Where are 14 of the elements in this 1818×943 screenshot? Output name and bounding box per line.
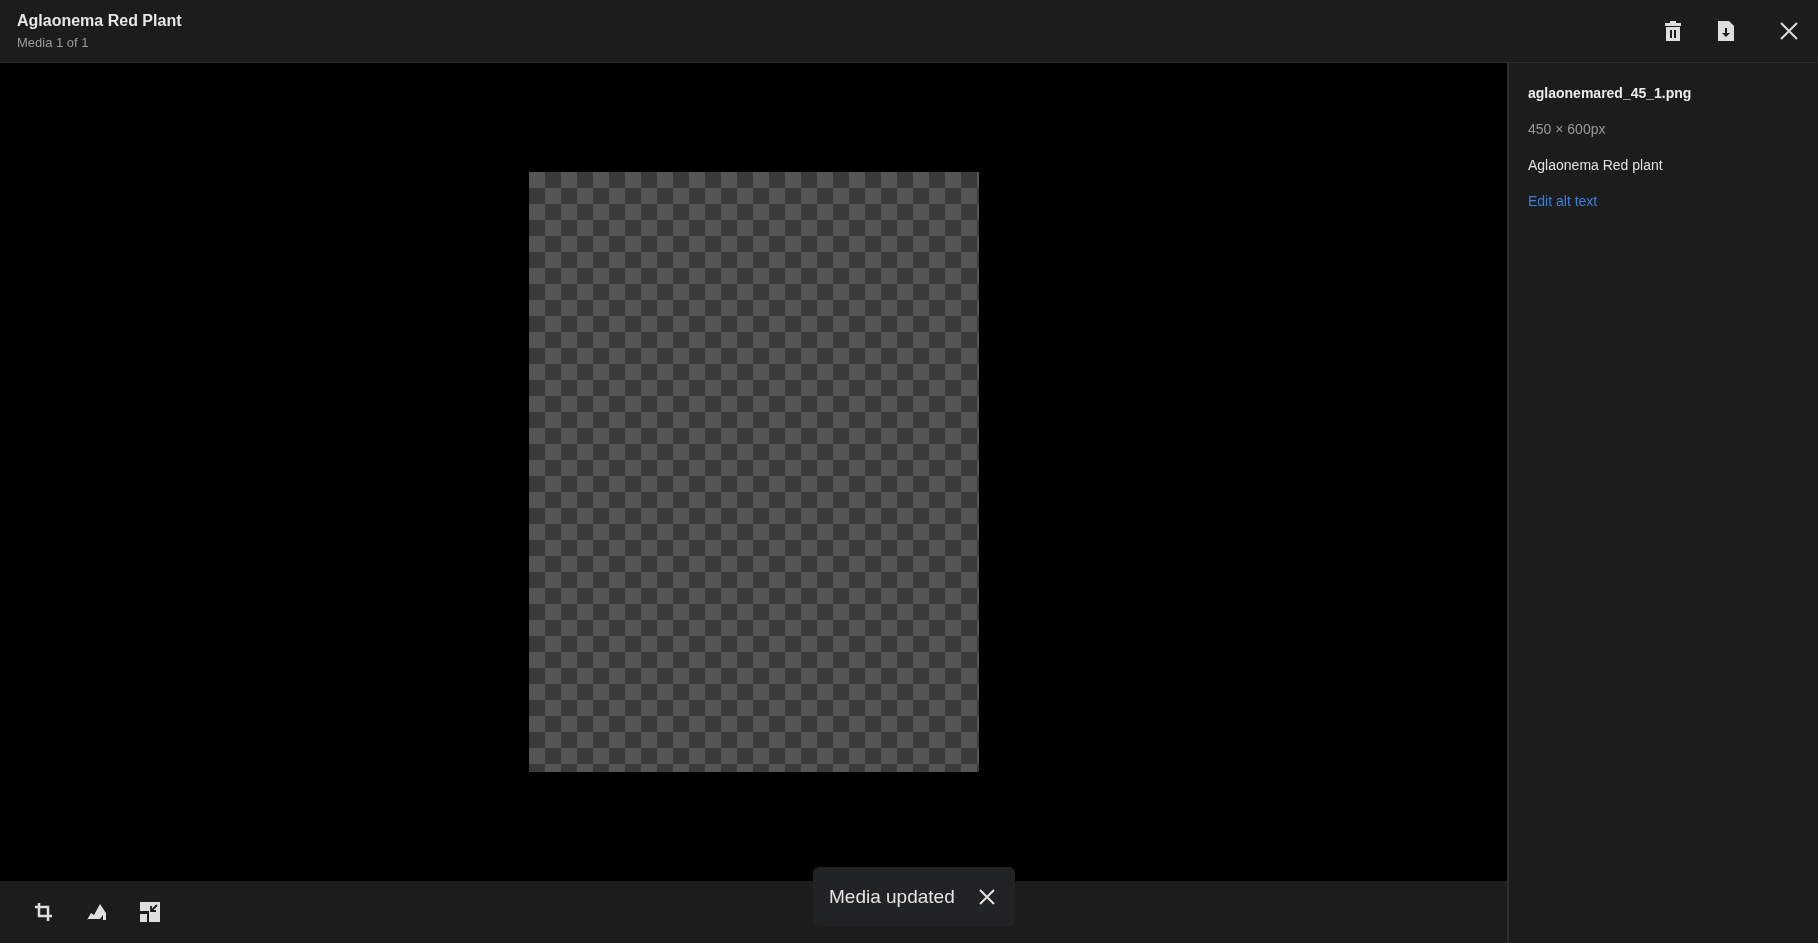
media-count: Media 1 of 1 xyxy=(17,35,90,50)
landscape-icon xyxy=(86,902,108,922)
media-title: Aglaonema Red Plant xyxy=(17,12,183,30)
toast-message: Media updated xyxy=(829,885,955,908)
close-icon xyxy=(979,888,995,905)
image-dimensions: 450 × 600px xyxy=(1528,121,1607,137)
close-icon xyxy=(1780,22,1798,40)
file-download-icon xyxy=(1718,21,1734,41)
file-name: aglaonemared_45_1.png xyxy=(1528,85,1693,101)
crop-icon xyxy=(34,902,54,922)
alt-text: Aglaonema Red plant xyxy=(1528,157,1664,173)
resize-icon xyxy=(140,902,160,922)
edit-alt-text-link[interactable]: Edit alt text xyxy=(1528,193,1598,209)
trash-icon xyxy=(1664,21,1682,41)
